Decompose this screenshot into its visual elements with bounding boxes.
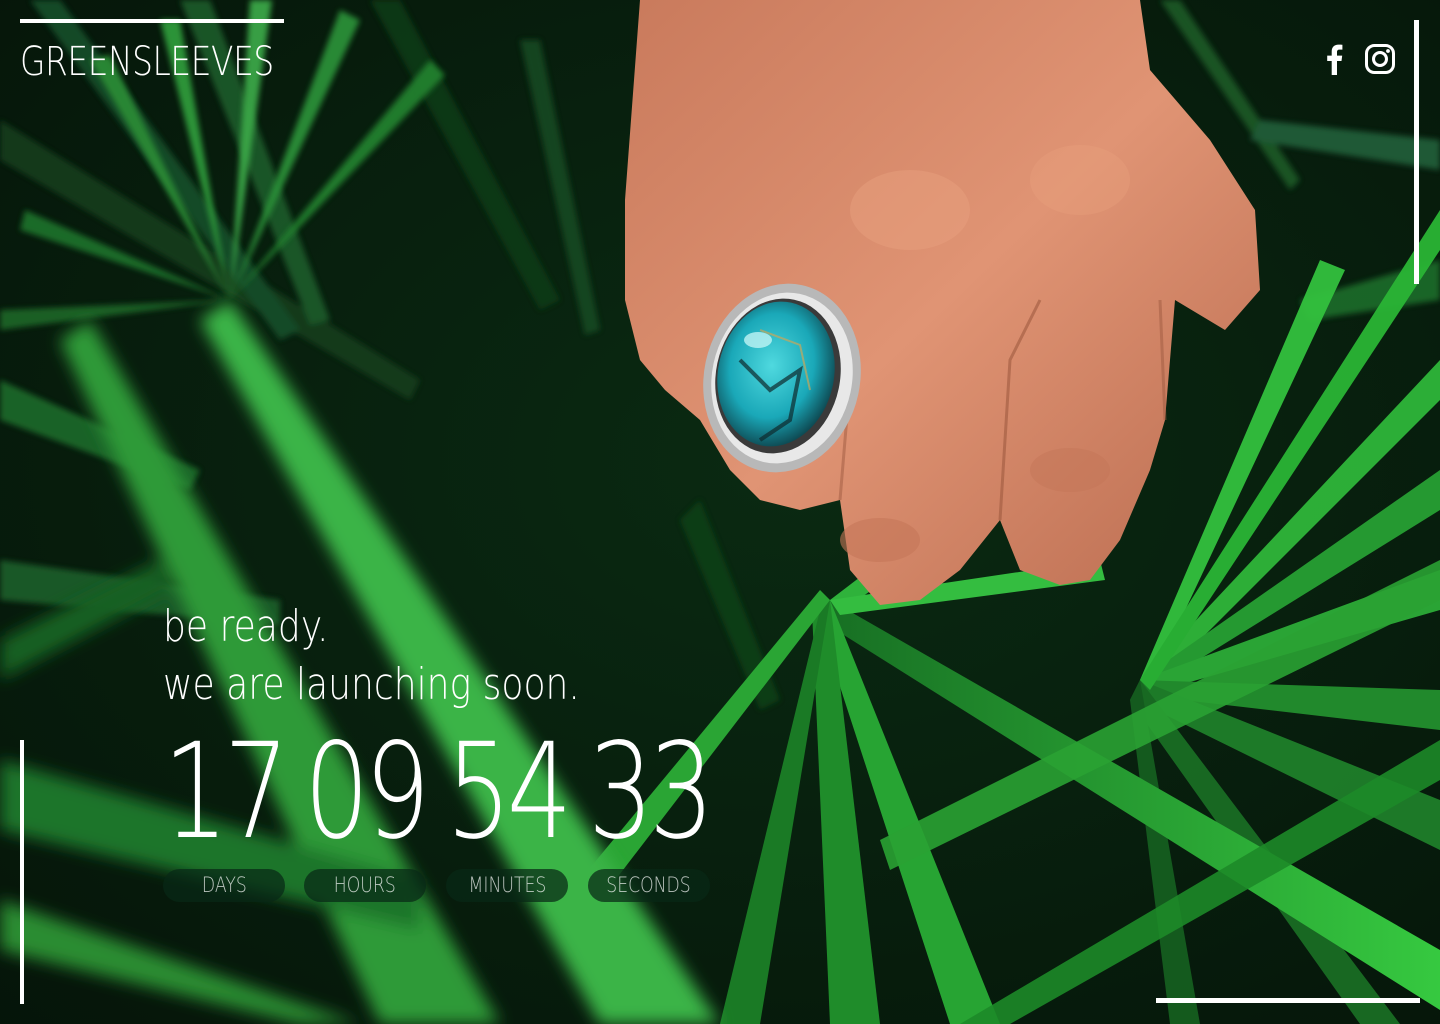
coming-soon-page: GREENSLEEVES be ready. we are launching … (0, 0, 1440, 1024)
launch-headline: be ready. we are launching soon. (163, 598, 580, 714)
seconds-label: SECONDS (588, 869, 710, 902)
headline-line-2: we are launching soon. (163, 659, 580, 710)
right-vertical-rule (1414, 20, 1419, 284)
bottom-horizontal-rule (1156, 998, 1420, 1003)
instagram-icon (1364, 43, 1396, 79)
days-value: 17 (163, 715, 289, 869)
left-vertical-rule (20, 740, 24, 1004)
minutes-value: 54 (446, 715, 572, 869)
social-links (1318, 42, 1396, 80)
facebook-icon (1325, 43, 1343, 79)
facebook-link[interactable] (1318, 42, 1350, 80)
instagram-link[interactable] (1364, 42, 1396, 80)
minutes-label: MINUTES (446, 869, 568, 902)
brand-logo[interactable]: GREENSLEEVES (20, 34, 274, 90)
brand-top-rule (20, 19, 284, 23)
headline-line-1: be ready. (163, 601, 329, 652)
hours-label: HOURS (304, 869, 426, 902)
hours-value: 09 (304, 715, 430, 869)
days-label: DAYS (163, 869, 285, 902)
seconds-value: 33 (588, 715, 714, 869)
